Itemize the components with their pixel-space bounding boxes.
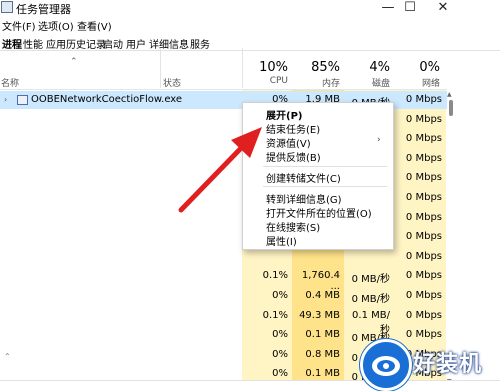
cell-mem: 0.4 MB xyxy=(305,290,340,301)
column-header-name[interactable]: 名称 xyxy=(1,76,19,89)
context-menu: 展开(P) 结束任务(E) 资源值(V) › 提供反馈(B) 创建转储文件(C)… xyxy=(242,102,394,250)
column-header-disk[interactable]: 磁盘 xyxy=(336,76,390,89)
cell-mem: 0.1 MB xyxy=(305,368,340,379)
menu-options[interactable]: 选项(O) xyxy=(38,18,74,33)
chevron-up-icon: ⌃ xyxy=(70,57,78,67)
window-icon xyxy=(17,95,28,105)
cell-cpu: 0% xyxy=(272,290,288,301)
menu-item-end-task[interactable]: 结束任务(E) xyxy=(266,121,320,136)
cell-net: 0 Mbps xyxy=(405,153,442,164)
menu-item-expand[interactable]: 展开(P) xyxy=(266,107,302,122)
cell-net: 0 Mbps xyxy=(405,290,442,301)
menu-bar: 文件(F) 选项(O) 查看(V) xyxy=(0,16,500,33)
menu-item-search-online[interactable]: 在线搜索(S) xyxy=(266,219,320,234)
process-name: OOBENetworkCoectioFlow.exe xyxy=(31,94,183,105)
task-manager-icon xyxy=(1,1,13,13)
scrollbar-thumb[interactable] xyxy=(449,100,453,116)
column-header-network[interactable]: 网络 xyxy=(386,76,440,89)
menu-item-properties[interactable]: 属性(I) xyxy=(266,233,297,248)
cell-cpu: 0.1% xyxy=(262,310,288,321)
column-header-status[interactable]: 状态 xyxy=(163,76,181,89)
chevron-right-icon[interactable]: › xyxy=(4,95,7,104)
cell-mem: 0.8 MB xyxy=(305,349,340,360)
cell-mem: 49.3 MB xyxy=(299,310,340,321)
maximize-button[interactable]: ☐ xyxy=(395,0,425,16)
cell-cpu: 0% xyxy=(272,349,288,360)
cell-cpu: 0% xyxy=(272,368,288,379)
collapse-icon[interactable]: ⌃ xyxy=(4,352,11,361)
column-header-cpu[interactable]: CPU xyxy=(234,76,288,86)
disk-percent[interactable]: 4% xyxy=(336,60,390,75)
tab-startup[interactable]: 启动 xyxy=(103,36,123,51)
menu-item-resource-values[interactable]: 资源值(V) xyxy=(266,135,311,150)
menu-item-create-dump[interactable]: 创建转储文件(C) xyxy=(266,170,341,185)
network-percent[interactable]: 0% xyxy=(386,60,440,75)
menu-item-go-to-details[interactable]: 转到详细信息(G) xyxy=(266,191,342,206)
cpu-percent[interactable]: 10% xyxy=(234,60,288,75)
cell-disk: 0 MB/秒 xyxy=(351,274,390,285)
cell-net: 0 Mbps xyxy=(405,329,442,340)
menu-separator xyxy=(263,186,387,187)
cell-disk: 0 MB/秒 xyxy=(351,294,390,305)
cell-net: 0 Mbps xyxy=(405,231,442,242)
cell-net: 0 Mbps xyxy=(405,212,442,223)
cell-net: 0 Mbps xyxy=(405,310,442,321)
cell-net: 0 Mbps xyxy=(405,172,442,183)
cell-cpu: 0% xyxy=(272,329,288,340)
tab-performance[interactable]: 性能 xyxy=(23,36,43,51)
menu-item-open-file-location[interactable]: 打开文件所在的位置(O) xyxy=(266,205,372,220)
cell-net: 0 Mbps xyxy=(405,114,442,125)
cell-net: 0 Mbps xyxy=(405,94,442,105)
tab-app-history[interactable]: 应用历史记录 xyxy=(46,36,106,51)
menu-file[interactable]: 文件(F) xyxy=(2,18,36,33)
menu-view[interactable]: 查看(V) xyxy=(77,18,112,33)
watermark-text: 好装机 xyxy=(413,352,483,377)
menu-separator xyxy=(263,166,387,167)
cell-net: 0 Mbps xyxy=(405,192,442,203)
column-divider xyxy=(160,48,161,88)
menu-item-feedback[interactable]: 提供反馈(B) xyxy=(266,149,321,164)
cell-mem: 0.1 MB xyxy=(305,329,340,340)
tab-bar: 进程 性能 应用历史记录 启动 用户 详细信息 服务 xyxy=(0,34,500,51)
cell-mem: 1,760.4 ... xyxy=(301,270,340,292)
watermark-logo xyxy=(360,339,412,391)
tab-users[interactable]: 用户 xyxy=(126,36,146,51)
scroll-up-icon[interactable]: ▲ xyxy=(447,91,452,98)
title-bar: 任务管理器 — ☐ ✕ xyxy=(0,0,500,16)
cell-cpu: 0.1% xyxy=(262,270,288,281)
header-divider xyxy=(0,89,447,90)
column-header-memory[interactable]: 内存 xyxy=(286,76,340,89)
tab-processes[interactable]: 进程 xyxy=(2,36,22,51)
window-title: 任务管理器 xyxy=(16,3,71,16)
tab-details[interactable]: 详细信息 xyxy=(149,36,189,51)
cell-net: 0 Mbps xyxy=(405,270,442,281)
close-button[interactable]: ✕ xyxy=(428,0,458,16)
chevron-right-icon: › xyxy=(377,135,381,145)
cell-net: 0 Mbps xyxy=(405,251,442,262)
memory-percent[interactable]: 85% xyxy=(286,60,340,75)
tab-services[interactable]: 服务 xyxy=(190,36,210,51)
cell-net: 0 Mbps xyxy=(405,133,442,144)
